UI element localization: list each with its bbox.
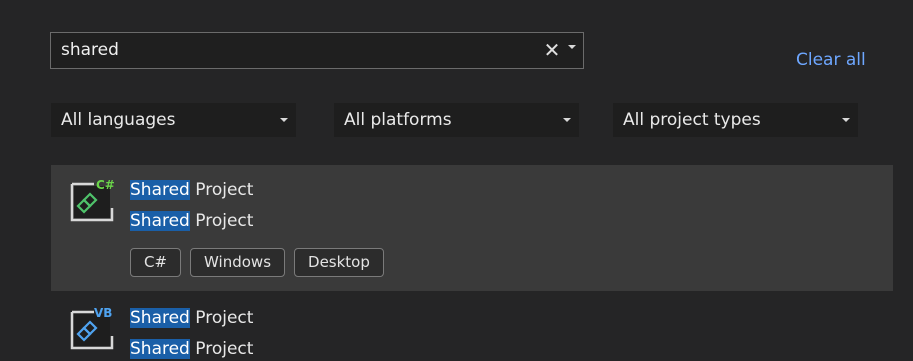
search-highlight: Shared: [130, 211, 190, 231]
project-type-filter-dropdown[interactable]: All project types: [613, 103, 858, 137]
platform-filter-dropdown[interactable]: All platforms: [334, 103, 579, 137]
vb-badge: VB: [94, 306, 112, 320]
chevron-down-icon: [563, 118, 571, 122]
template-title-rest: Project: [189, 308, 254, 328]
chevron-down-icon: [568, 45, 576, 49]
tag-project-type: Desktop: [294, 248, 384, 277]
template-description: Shared Project: [130, 209, 253, 233]
csharp-badge: C#: [96, 178, 115, 192]
template-list-item[interactable]: VB Shared Project Shared Project: [51, 293, 893, 359]
search-highlight: Shared: [130, 339, 190, 359]
tag-list: C# Windows Desktop: [130, 248, 384, 277]
platform-filter-label: All platforms: [344, 110, 452, 130]
clear-search-icon[interactable]: ✕: [543, 39, 561, 61]
tag-platform: Windows: [190, 248, 286, 277]
search-box[interactable]: ✕: [50, 32, 584, 69]
tag-language: C#: [130, 248, 182, 277]
template-list-item[interactable]: C# Shared Project Shared Project C# Wind…: [51, 165, 893, 291]
language-filter-dropdown[interactable]: All languages: [51, 103, 296, 137]
clear-all-link[interactable]: Clear all: [796, 48, 866, 72]
vb-shared-project-icon: VB: [68, 306, 118, 354]
project-type-filter-label: All project types: [623, 110, 761, 130]
template-title: Shared Project: [130, 178, 253, 202]
search-highlight: Shared: [130, 308, 190, 328]
csharp-shared-project-icon: C#: [68, 178, 118, 226]
chevron-down-icon: [842, 118, 850, 122]
search-history-dropdown[interactable]: [568, 45, 578, 55]
language-filter-label: All languages: [61, 110, 176, 130]
template-title-rest: Project: [189, 180, 254, 200]
template-description-rest: Project: [189, 339, 254, 359]
template-description: Shared Project: [130, 337, 253, 361]
search-highlight: Shared: [130, 180, 190, 200]
search-input[interactable]: [61, 33, 531, 68]
template-description-rest: Project: [189, 211, 254, 231]
template-title: Shared Project: [130, 306, 253, 330]
chevron-down-icon: [280, 118, 288, 122]
